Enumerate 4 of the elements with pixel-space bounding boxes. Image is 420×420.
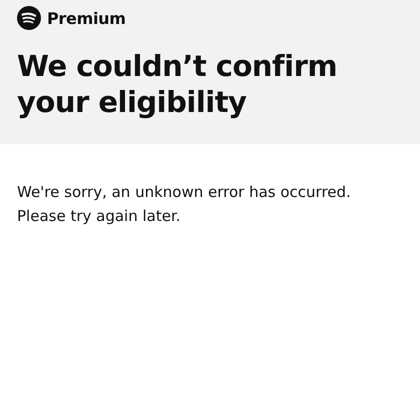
brand-name: Premium bbox=[47, 8, 126, 28]
logo-icon bbox=[17, 6, 41, 30]
page-title: We couldn’t confirm your eligibility bbox=[17, 48, 338, 120]
error-message: We're sorry, an unknown error has occurred. Please try again later. bbox=[17, 182, 352, 227]
